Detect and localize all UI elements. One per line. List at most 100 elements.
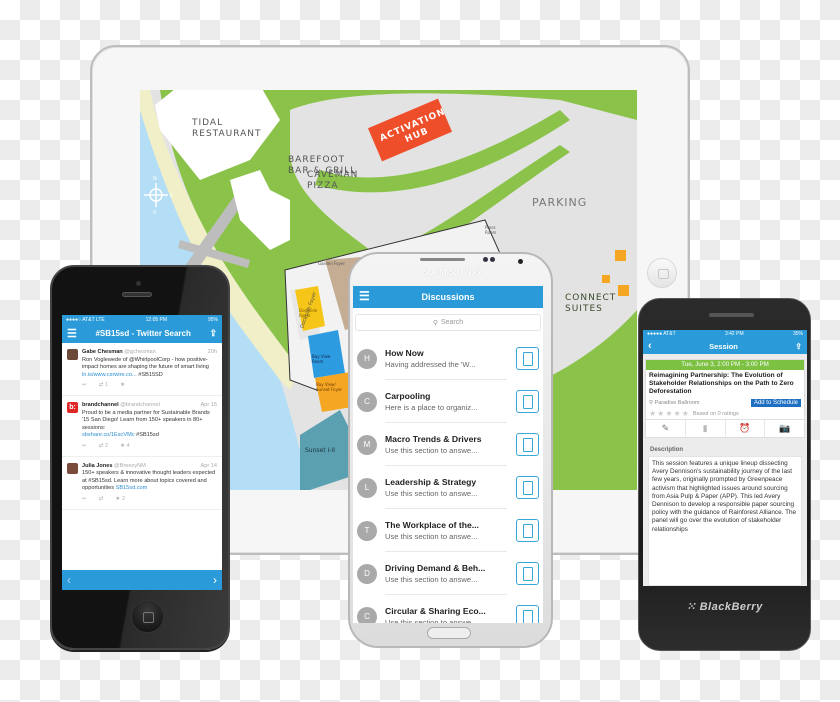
favorite-icon[interactable]: ★ 2: [115, 496, 125, 504]
discussion-item[interactable]: D Driving Demand & Beh... Use this section…: [353, 552, 543, 595]
discussion-title: Macro Trends & Drivers: [385, 433, 482, 444]
alarm-clock-icon[interactable]: ⏰: [726, 420, 766, 437]
map-label-connect-suites: CONNECT SUITES: [565, 293, 617, 314]
notebook-icon[interactable]: [516, 519, 539, 542]
star-icon[interactable]: ★: [657, 409, 664, 418]
tweet-author: Julia Jones: [82, 462, 113, 469]
tweet-author: Gabe Chesman: [82, 349, 123, 355]
reply-icon[interactable]: ↩: [82, 496, 87, 504]
discussion-title: Carpooling: [385, 390, 431, 401]
back-arrow-icon[interactable]: ‹: [67, 573, 71, 587]
initial-avatar: L: [357, 477, 377, 498]
avatar: [67, 349, 78, 360]
discussion-item[interactable]: C Circular & Sharing Eco... Use this secti…: [353, 595, 543, 623]
star-icon[interactable]: ★: [682, 409, 689, 418]
iphone-home-button[interactable]: [131, 600, 164, 633]
tweet-link[interactable]: sbshare.co/1EscVMc: [82, 432, 135, 438]
retweet-icon[interactable]: ⇄ 2: [99, 443, 108, 451]
notebook-icon[interactable]: [516, 433, 539, 456]
session-description: This session features a unique lineup di…: [648, 456, 802, 586]
samsung-sensor: [483, 257, 488, 262]
discussions-header: ☰ Discussions: [353, 286, 543, 308]
initial-avatar: T: [357, 520, 377, 541]
page-title: #SB15sd - Twitter Search: [95, 329, 191, 338]
samsung-camera: [518, 259, 523, 264]
tweet-hashtag[interactable]: #SB15sd: [136, 432, 159, 438]
favorite-count: 4: [126, 442, 130, 449]
favorite-icon[interactable]: ★ 4: [120, 443, 130, 451]
hamburger-menu-icon[interactable]: ☰: [359, 289, 370, 303]
retweet-icon[interactable]: ⇄ 1: [99, 382, 108, 390]
notebook-icon[interactable]: [516, 562, 539, 585]
forward-arrow-icon[interactable]: ›: [213, 573, 217, 587]
discussion-title: Driving Demand & Beh...: [385, 562, 486, 573]
favorite-icon[interactable]: ★: [120, 382, 125, 390]
search-placeholder: Search: [440, 319, 464, 326]
iphone-speaker: [122, 292, 152, 297]
rating-stars[interactable]: ★ ★ ★ ★ ★ Based on 0 ratings: [646, 408, 804, 419]
tweet-handle: @gchesman: [124, 349, 156, 355]
notebook-icon[interactable]: [516, 390, 539, 413]
discussion-subtitle: Use this section to answe...: [385, 531, 478, 541]
edit-pencil-icon[interactable]: ✎: [646, 420, 686, 437]
initial-avatar: C: [357, 391, 377, 412]
blackberry-speaker: [709, 313, 754, 317]
twitter-search-screen: ●●●●○ AT&T LTE 12:05 PM 95% ☰ #SB15sd - …: [62, 315, 222, 590]
star-icon[interactable]: ★: [665, 409, 672, 418]
notebook-icon[interactable]: [516, 605, 539, 623]
share-icon[interactable]: ⇪: [795, 342, 802, 351]
nav-bar: ☰ #SB15sd - Twitter Search ⇪: [62, 324, 222, 343]
map-label-caveman: CAVEMAN PIZZA: [307, 170, 359, 191]
ipad-home-button[interactable]: [647, 258, 677, 288]
camera-icon[interactable]: 📷: [765, 420, 804, 437]
reply-icon[interactable]: ↩: [82, 382, 87, 390]
tweet-hashtag[interactable]: #SB15SD: [138, 372, 163, 378]
hamburger-menu-icon[interactable]: ☰: [67, 327, 77, 340]
status-bar: ●●●●● AT&T 3:42 PM 35%: [643, 330, 807, 338]
bookmark-icon[interactable]: ▮: [686, 420, 726, 437]
back-chevron-icon[interactable]: ‹: [648, 340, 652, 352]
discussion-list: H How Now Having addressed the 'W... C Carpo…: [353, 337, 543, 623]
samsung-brand-logo: SAMSUNG: [422, 267, 483, 277]
map-label-garden-foyer: Garden Foyer: [318, 261, 346, 266]
tweet-date: 20h: [207, 349, 217, 355]
discussion-item[interactable]: H How Now Having addressed the 'W...: [353, 337, 543, 380]
discussion-item[interactable]: C Carpooling Here is a place to organiz...: [353, 380, 543, 423]
session-body: Tue, June 3, 2:00 PM - 3:00 PM Reimagini…: [643, 354, 807, 586]
notebook-icon[interactable]: [516, 347, 539, 370]
notebook-icon[interactable]: [516, 476, 539, 499]
discussion-item[interactable]: T The Workplace of the... Use this section…: [353, 509, 543, 552]
discussion-title: Leadership & Strategy: [385, 476, 477, 487]
samsung-speaker: [420, 258, 465, 261]
avatar: [67, 462, 78, 474]
star-icon[interactable]: ★: [674, 409, 681, 418]
share-icon[interactable]: ⇪: [209, 328, 217, 339]
iphone-camera: [136, 281, 141, 286]
compass-n: N: [153, 176, 158, 182]
star-icon[interactable]: ★: [649, 409, 656, 418]
tweet-item[interactable]: Gabe Chesman @gchesman 20h Ron Voglewede…: [62, 343, 222, 396]
discussion-item[interactable]: M Macro Trends & Drivers Use this section …: [353, 423, 543, 466]
status-bar: ●●●●○ AT&T LTE 12:05 PM 95%: [62, 315, 222, 324]
session-date: Tue, June 3, 2:00 PM - 3:00 PM: [646, 360, 804, 370]
samsung-home-button[interactable]: [427, 627, 471, 639]
reply-icon[interactable]: ↩: [82, 443, 87, 451]
discussion-title: How Now: [385, 347, 424, 358]
tweet-item[interactable]: Julia Jones @BreezyNM Apr 14 150+ speake…: [62, 457, 222, 510]
initial-avatar: D: [357, 563, 377, 584]
session-screen: ●●●●● AT&T 3:42 PM 35% ‹ Session ⇪ Tue, …: [643, 330, 807, 586]
discussion-subtitle: Use this section to answe...: [385, 488, 478, 498]
bottom-nav-bar: ‹ ›: [62, 570, 222, 590]
tweet-link[interactable]: ln.is/www.csrwire.co...: [82, 372, 137, 378]
discussion-subtitle: Having addressed the 'W...: [385, 359, 476, 369]
battery-label: 35%: [792, 331, 803, 337]
search-input[interactable]: ⚲ Search: [355, 314, 541, 331]
retweet-count: 1: [104, 382, 109, 389]
add-to-schedule-button[interactable]: Add to Schedule: [750, 399, 801, 407]
initial-avatar: M: [357, 434, 377, 455]
tweet-link[interactable]: SB15sd.com: [116, 485, 148, 491]
retweet-icon[interactable]: ⇄: [99, 496, 104, 504]
session-title: Reimagining Partnership: The Evolution o…: [649, 372, 794, 395]
discussion-item[interactable]: L Leadership & Strategy Use this section t…: [353, 466, 543, 509]
tweet-item[interactable]: b: brandchannel @brandchannel Apr 15 Pro…: [62, 396, 222, 457]
